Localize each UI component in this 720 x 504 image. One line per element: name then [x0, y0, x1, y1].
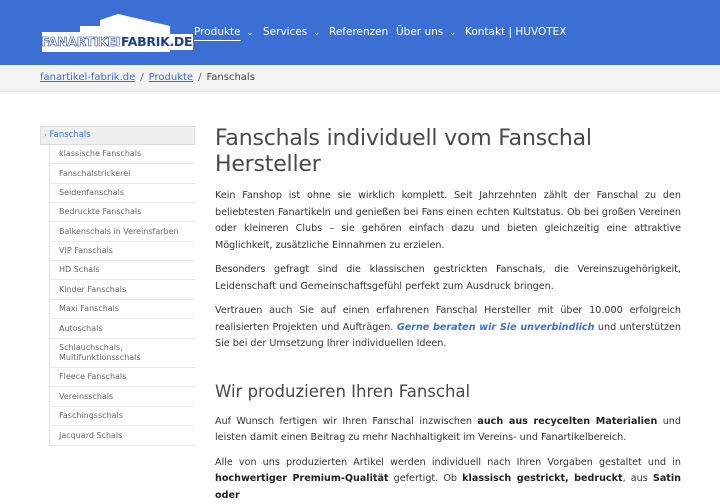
sidebar-item-label: Maxi Fanschals [59, 304, 119, 314]
paragraph-knitted: Besonders gefragt sind die klassischen g… [215, 262, 681, 295]
breadcrumb-separator: / [198, 72, 201, 83]
sidebar-item-label: klassische Fanschals [59, 149, 141, 159]
nav-label: Referenzen [329, 26, 388, 38]
paragraph-trust: Vertrauen auch Sie auf einen erfahrenen … [215, 303, 681, 353]
paragraph-recycled: Auf Wunsch fertigen wir Ihren Fanschal i… [215, 414, 681, 447]
sidebar-heading-fanschals[interactable]: › Fanschals [40, 126, 195, 145]
nav-item-ueber-uns[interactable]: Über uns ⌄ [396, 24, 456, 42]
bold-text: auch aus recycelten Materialien [477, 416, 657, 427]
nav-item-referenzen[interactable]: Referenzen [329, 24, 388, 42]
bold-text: hochwertiger Premium-Qualität [215, 473, 389, 484]
chevron-down-icon: ⌄ [449, 25, 456, 41]
intro-paragraph: Kein Fanshop ist ohne sie wirklich kompl… [215, 188, 681, 254]
sidebar-item[interactable]: Vereinsschals [50, 387, 195, 407]
sidebar-nav: › Fanschals klassische Fanschals Fanscha… [40, 126, 195, 446]
nav-label: Kontakt | HUVOTEX [465, 26, 567, 38]
logo-text-secondary: FABRIK.DE [120, 34, 193, 50]
sidebar-item[interactable]: Bedruckte Fanschals [50, 203, 195, 222]
breadcrumb-current: Fanschals [206, 72, 254, 83]
sidebar-item[interactable]: Maxi Fanschals [50, 300, 195, 319]
sidebar-item[interactable]: VIP Fanschals [50, 242, 195, 261]
breadcrumb-link-home[interactable]: fanartikel-fabrik.de [40, 72, 135, 83]
sidebar-heading-label: Fanschals [50, 130, 91, 140]
breadcrumb: fanartikel-fabrik.de / Produkte / Fanschals [0, 65, 720, 92]
chevron-down-icon: ⌄ [247, 25, 254, 41]
section-heading: Wir produzieren Ihren Fanschal [215, 382, 681, 402]
paragraph-text: , aus [623, 473, 653, 484]
sidebar-item-label: Schlauchschals, Multifunktionsschals [59, 343, 195, 363]
sidebar-item[interactable]: Schlauchschals, Multifunktionsschals [50, 339, 195, 368]
page-title: Fanschals individuell vom Fanschal Herst… [215, 126, 681, 178]
sidebar-item[interactable]: klassische Fanschals [50, 145, 195, 164]
nav-item-produkte[interactable]: Produkte ⌄ [194, 24, 253, 42]
sidebar-item-label: Faschingsschals [59, 411, 123, 421]
sidebar-item[interactable]: Kinder Fanschals [50, 280, 195, 300]
sidebar-item-label: Vereinsschals [59, 392, 113, 402]
chevron-down-icon: ⌄ [313, 25, 320, 41]
sidebar-item-label: Jacquard Schals [59, 431, 122, 441]
chevron-right-icon: › [44, 131, 47, 139]
paragraph-text: Alle von uns produzierten Artikel werden… [215, 457, 681, 468]
main-content: Fanschals individuell vom Fanschal Herst… [215, 126, 681, 504]
paragraph-quality: Alle von uns produzierten Artikel werden… [215, 455, 681, 504]
sidebar-item[interactable]: Autoschals [50, 319, 195, 339]
site-header: FANARTIKEL FABRIK.DE Produkte ⌄ Services ⌄… [0, 0, 720, 65]
sidebar-submenu: klassische Fanschals Fanschalstrickerei … [49, 145, 195, 446]
sidebar-item-label: Bedruckte Fanschals [59, 207, 141, 217]
sidebar-item[interactable]: Seidenfanschals [50, 184, 195, 203]
sidebar-item[interactable]: Fleece Fanschals [50, 368, 195, 387]
sidebar-item-label: Fleece Fanschals [59, 372, 126, 382]
nav-item-kontakt[interactable]: Kontakt | HUVOTEX [465, 24, 567, 42]
sidebar-item-label: Seidenfanschals [59, 188, 124, 198]
sidebar-item-label: HD Schals [59, 265, 100, 275]
nav-label: Services [263, 26, 307, 38]
nav-label: Produkte [194, 26, 241, 41]
sidebar-item[interactable]: Balkenschals in Vereinsfarben [50, 222, 195, 242]
sidebar-item-label: Autoschals [59, 324, 103, 334]
sidebar-item[interactable]: HD Schals [50, 261, 195, 280]
paragraph-text: gefertigt. Ob [389, 473, 463, 484]
sidebar-item-label: Fanschalstrickerei [59, 169, 130, 179]
sidebar-item-label: VIP Fanschals [59, 246, 113, 256]
bold-text: klassisch gestrickt, bedruckt [462, 473, 622, 484]
breadcrumb-link-produkte[interactable]: Produkte [149, 72, 193, 83]
logo-text-primary: FANARTIKEL [41, 34, 123, 50]
sidebar-item-label: Kinder Fanschals [59, 285, 126, 295]
sidebar-item-label: Balkenschals in Vereinsfarben [59, 227, 179, 237]
sidebar-item[interactable]: Faschingsschals [50, 407, 195, 426]
nav-label: Über uns [396, 26, 443, 38]
paragraph-text: Auf Wunsch fertigen wir Ihren Fanschal i… [215, 416, 477, 427]
consultation-link[interactable]: Gerne beraten wir Sie unverbindlich [397, 322, 595, 333]
site-logo[interactable]: FANARTIKEL FABRIK.DE [40, 12, 172, 52]
sidebar-item[interactable]: Fanschalstrickerei [50, 164, 195, 184]
nav-item-services[interactable]: Services ⌄ [263, 24, 320, 42]
breadcrumb-separator: / [140, 72, 143, 83]
sidebar-item[interactable]: Jacquard Schals [50, 426, 195, 446]
